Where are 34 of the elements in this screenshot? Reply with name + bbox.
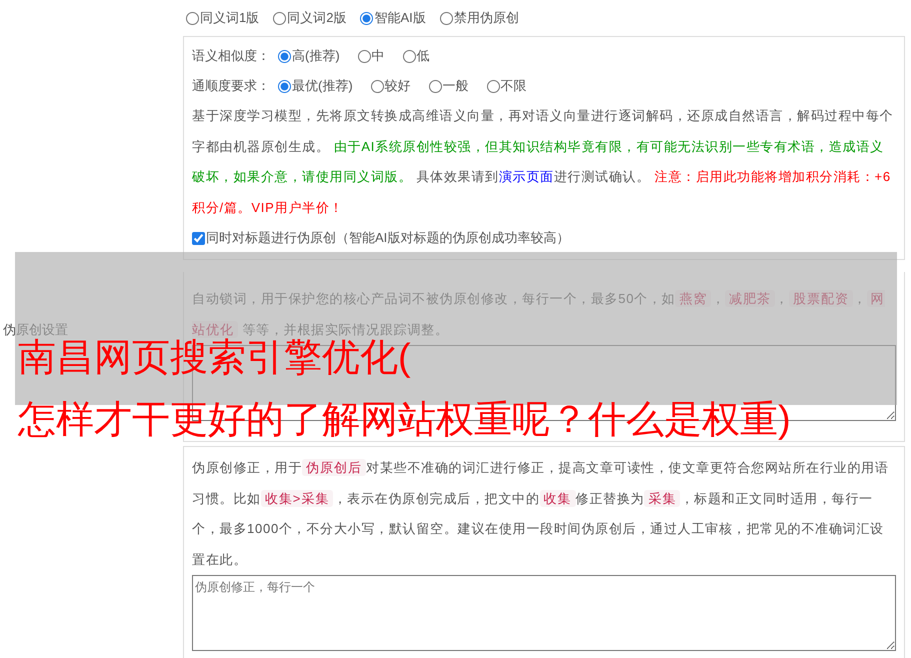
radio-button[interactable] [428,80,442,92]
radio-button[interactable] [360,12,374,24]
radio-button[interactable] [370,80,384,92]
description-text: 自动锁词，用于保护您的核心产品词不被伪原创修改，每行一个，最多50个，如 燕窝 ， 减肥茶 ， 股票配资 ， 网站优化 等等，并根据实际情况跟踪调整。 [192,289,886,338]
correction-field[interactable]: 伪原创修正，每行一个 [192,575,896,651]
option-label: 一般 [442,77,469,95]
description-text: 基于深度学习模型，先将原文转换成高维语义向量，再对语义向量进行逐词解码，还原成自然语言，解码过程中每个字都由机器原创生成。 由于AI系统原创性较强，但其知识结构毕竟有限，有可能无法识别一些专有术语，造成语义破坏，如果介意，请使用同义词版。 具体效果请到演示页面进行测试确认。 注意：启用此功能将增加积分消耗：+6积分/篇。VIP用户半价！ [192,107,894,216]
radio-button[interactable] [278,80,291,92]
description-text: 伪原创修正，用于 伪原创后 对某些不准确的词汇进行修正，提高文章可读性，使文章更符合您网站所在行业的用语习惯。比如 收集>采集 ，表示在伪原创完成后，把文中的 收集 修正替换为 采集 ，标题和正文同时适用，每行一个，最多1000个，不分大小写，默认留空。建议在使用一段时间伪原创后，通过人工审核，把常见的不准确词汇设置在此。 [192,458,890,568]
radio-button[interactable] [358,50,371,62]
radio-button[interactable] [440,12,453,24]
radio-button[interactable] [486,80,500,92]
radio-button[interactable] [186,12,199,24]
field-label: 语义相似度： [192,47,270,65]
option-label: 中 [372,47,385,65]
option-label: 禁用伪原创 [454,9,519,28]
radio-button[interactable] [402,50,416,62]
field-label: 通顺度要求： [192,77,270,95]
radio-button[interactable] [278,50,291,62]
checkbox[interactable] [192,232,205,244]
option-label: 智能AI版 [374,9,426,28]
section-label: 伪原创设置 [3,321,68,338]
option-label: 同义词1版 [200,9,260,28]
checkbox-label: 同时对标题进行伪原创（智能AI版对标题的伪原创成功率较高） [206,229,570,247]
option-label: 不限 [500,77,527,95]
radio-button[interactable] [273,12,286,24]
option-label: 较好 [384,77,411,95]
option-label: 高(推荐) [292,47,340,65]
demo-page-link[interactable]: 演示页面 [498,169,554,184]
overlay-headline: 南昌网页搜索引擎优化( [18,338,411,378]
option-label: 同义词2版 [287,9,346,28]
option-label: 低 [416,47,430,65]
option-label: 最优(推荐) [292,77,353,95]
overlay-headline: 怎样才干更好的了解网站权重呢？什么是权重) [18,400,791,440]
